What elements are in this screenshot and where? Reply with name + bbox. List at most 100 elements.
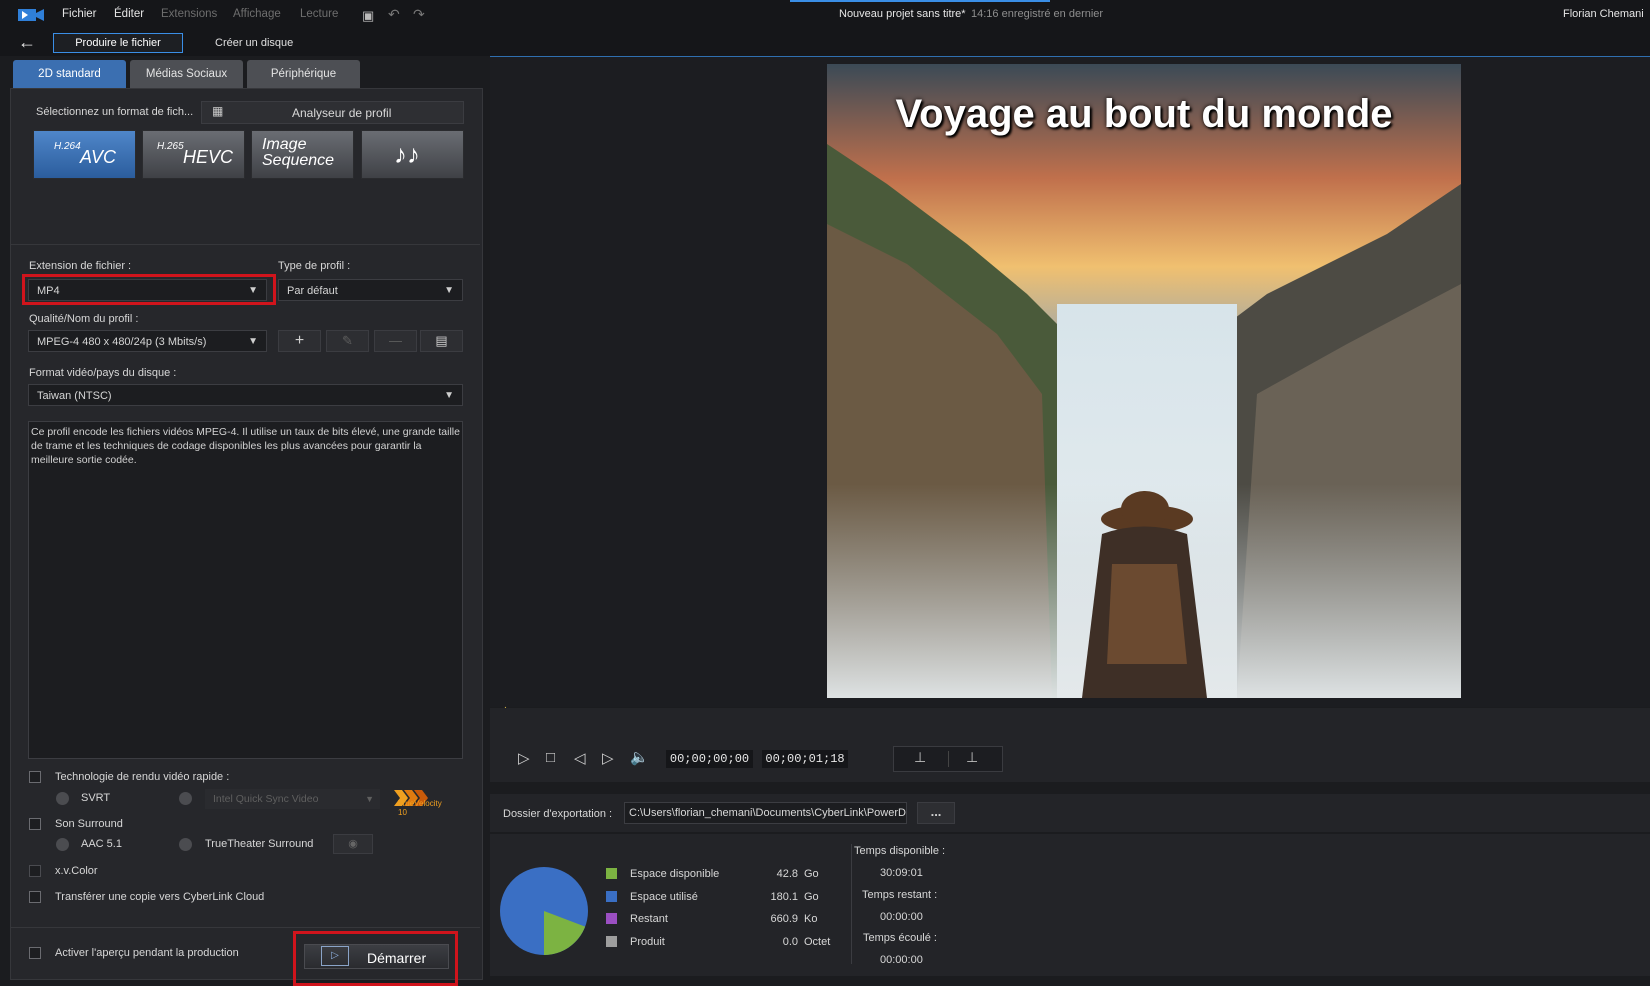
divider bbox=[11, 244, 480, 245]
current-time: 00;00;00;00 bbox=[666, 750, 753, 768]
divider bbox=[851, 844, 852, 964]
produce-file-button[interactable]: Produire le fichier bbox=[53, 33, 183, 53]
format-h265-hevc-button[interactable]: H.265 HEVC bbox=[142, 130, 245, 179]
legend-available-swatch bbox=[606, 868, 617, 879]
legend-remaining-label: Restant bbox=[630, 913, 668, 925]
legend-used-swatch bbox=[606, 891, 617, 902]
xvcolor-label: x.v.Color bbox=[55, 865, 98, 877]
file-extension-label: Extension de fichier : bbox=[29, 260, 132, 272]
format-image-sequence-button[interactable]: Image Sequence bbox=[251, 130, 354, 179]
create-disc-button[interactable]: Créer un disque bbox=[215, 37, 293, 49]
time-remaining-value: 00:00:00 bbox=[880, 911, 923, 923]
disk-usage-pie bbox=[499, 866, 589, 956]
file-extension-select[interactable]: MP4 ▼ bbox=[28, 279, 267, 301]
remove-profile-icon[interactable]: — bbox=[374, 330, 417, 352]
tab-device[interactable]: Périphérique bbox=[247, 60, 360, 88]
disc-format-label: Format vidéo/pays du disque : bbox=[29, 367, 177, 379]
menu-edit[interactable]: Éditer bbox=[114, 8, 144, 20]
tab-social-media[interactable]: Médias Sociaux bbox=[130, 60, 243, 88]
xvcolor-checkbox[interactable] bbox=[29, 865, 41, 877]
profile-analyzer-icon: ▦ bbox=[212, 104, 224, 118]
svrt-label: SVRT bbox=[81, 792, 111, 804]
preview-during-checkbox[interactable] bbox=[29, 947, 41, 959]
used-value: 180.1 bbox=[770, 891, 798, 903]
legend-produced-swatch bbox=[606, 936, 617, 947]
time-available-value: 30:09:01 bbox=[880, 867, 923, 879]
tab-2d-standard[interactable]: 2D standard bbox=[13, 60, 126, 88]
export-folder-input[interactable]: C:\Users\florian_chemani\Documents\Cyber… bbox=[624, 802, 907, 824]
truevelocity-logo-icon: TrueVelocity 10 bbox=[390, 788, 452, 817]
fast-render-checkbox[interactable] bbox=[29, 771, 41, 783]
chevron-down-icon: ▼ bbox=[444, 285, 454, 296]
profile-type-label: Type de profil : bbox=[278, 260, 351, 272]
cloud-checkbox[interactable] bbox=[29, 891, 41, 903]
quality-select[interactable]: MPEG-4 480 x 480/24p (3 Mbits/s) ▼ bbox=[28, 330, 267, 352]
start-button[interactable]: ▷ Démarrer bbox=[304, 944, 449, 969]
browse-button[interactable]: ... bbox=[917, 802, 955, 824]
export-folder-label: Dossier d'exportation : bbox=[503, 808, 613, 820]
used-unit: Go bbox=[804, 891, 819, 903]
preview-image: Voyage au bout du monde bbox=[827, 64, 1461, 698]
render-icon: ▷ bbox=[321, 946, 349, 966]
produce-bar: ← Produire le fichier Créer un disque bbox=[0, 30, 1650, 56]
cloud-label: Transférer une copie vers CyberLink Clou… bbox=[55, 891, 265, 903]
edit-profile-icon[interactable]: ✎ bbox=[326, 330, 369, 352]
save-status: 14:16 enregistré en dernier bbox=[971, 8, 1104, 20]
format-h264-avc-button[interactable]: H.264 AVC bbox=[33, 130, 136, 179]
svrt-radio[interactable] bbox=[56, 792, 69, 805]
previous-frame-icon[interactable]: ◁ bbox=[574, 749, 586, 767]
legend-used-label: Espace utilisé bbox=[630, 891, 698, 903]
produced-unit: Octet bbox=[804, 936, 831, 948]
back-arrow-icon[interactable]: ← bbox=[18, 32, 36, 53]
view-toggle-group: ⊥ ⊥ bbox=[893, 746, 1003, 772]
volume-icon[interactable]: 🔈 bbox=[630, 748, 649, 766]
next-frame-icon[interactable]: ▷ bbox=[602, 749, 614, 767]
surround-settings-icon[interactable]: ◉ bbox=[333, 834, 373, 854]
time-available-label: Temps disponible : bbox=[854, 845, 946, 857]
legend-remaining-swatch bbox=[606, 913, 617, 924]
surround-checkbox[interactable] bbox=[29, 818, 41, 830]
intel-radio[interactable] bbox=[179, 792, 192, 805]
disc-format-select[interactable]: Taiwan (NTSC) ▼ bbox=[28, 384, 463, 406]
stop-icon[interactable]: □ bbox=[546, 749, 555, 766]
format-sup: H.264 bbox=[54, 141, 81, 152]
legend-produced-label: Produit bbox=[630, 936, 665, 948]
playback-controls bbox=[490, 708, 1650, 782]
aac-radio[interactable] bbox=[56, 838, 69, 851]
disk-info-panel bbox=[490, 834, 1650, 976]
profile-type-select[interactable]: Par défaut ▼ bbox=[278, 279, 463, 301]
add-profile-button[interactable]: + bbox=[278, 330, 321, 352]
play-icon[interactable]: ▷ bbox=[518, 749, 530, 767]
format-sup: H.265 bbox=[157, 141, 184, 152]
chevron-down-icon: ▼ bbox=[365, 794, 374, 804]
user-name[interactable]: Florian Chemani bbox=[1563, 8, 1644, 20]
remaining-value: 660.9 bbox=[770, 913, 798, 925]
surround-label: Son Surround bbox=[55, 818, 123, 830]
format-main: AVC bbox=[80, 147, 117, 167]
profile-analyzer-button[interactable]: ▦ Analyseur de profil bbox=[201, 101, 464, 124]
format-main: HEVC bbox=[183, 147, 234, 167]
available-unit: Go bbox=[804, 868, 819, 880]
divider bbox=[11, 927, 480, 928]
fullscreen-icon[interactable]: ⊥ bbox=[966, 749, 978, 766]
profile-list-icon[interactable]: ▤ bbox=[420, 330, 463, 352]
truetheater-label: TrueTheater Surround bbox=[205, 838, 314, 850]
title-overlay: Voyage au bout du monde bbox=[895, 92, 1393, 136]
menu-extensions[interactable]: Extensions bbox=[161, 8, 217, 20]
remaining-unit: Ko bbox=[804, 913, 818, 925]
menu-playback[interactable]: Lecture bbox=[300, 8, 338, 20]
snapshot-icon[interactable]: ⊥ bbox=[914, 749, 926, 766]
aac-label: AAC 5.1 bbox=[81, 838, 122, 850]
format-audio-button[interactable]: ♪♪ bbox=[361, 130, 464, 179]
undo-icon[interactable]: ↶ bbox=[388, 6, 400, 23]
menu-file[interactable]: Fichier bbox=[62, 8, 97, 20]
profile-description: Ce profil encode les fichiers vidéos MPE… bbox=[28, 421, 463, 759]
menu-bar: Fichier Éditer Extensions Affichage Lect… bbox=[0, 0, 1650, 30]
intel-select[interactable]: Intel Quick Sync Video ▼ bbox=[205, 789, 380, 809]
truetheater-radio[interactable] bbox=[179, 838, 192, 851]
chevron-down-icon: ▼ bbox=[444, 390, 454, 401]
menu-view[interactable]: Affichage bbox=[233, 8, 281, 20]
save-icon[interactable]: ▣ bbox=[362, 8, 374, 24]
music-notes-icon: ♪♪ bbox=[394, 139, 420, 169]
redo-icon[interactable]: ↷ bbox=[413, 6, 425, 23]
